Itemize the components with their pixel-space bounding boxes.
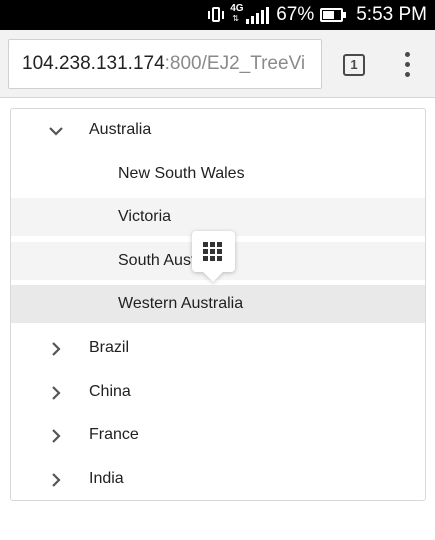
tree-node-label: Brazil [89, 339, 130, 356]
data-arrows-icon: ⇅ [232, 14, 239, 23]
browser-toolbar: 104.238.131.174:800/EJ2_TreeVi 1 [0, 30, 435, 98]
chevron-down-icon[interactable] [47, 122, 65, 140]
chevron-right-icon[interactable] [47, 340, 65, 358]
vibrate-icon [208, 6, 225, 24]
signal-bars [246, 7, 270, 24]
tree-node-label: New South Wales [118, 165, 245, 182]
tab-switcher-button[interactable]: 1 [343, 54, 365, 76]
status-bar: 4G ⇅ 67% 5:53 PM [0, 0, 435, 30]
tree-node-label: France [89, 426, 139, 443]
context-popup[interactable] [192, 231, 235, 282]
tree-node-label: India [89, 470, 124, 487]
status-clock: 5:53 PM [356, 4, 427, 25]
tree-node-label: China [89, 383, 131, 400]
tree-node-australia[interactable]: Australia [11, 111, 425, 149]
tree-node-western-australia[interactable]: Western Australia [11, 285, 425, 323]
overflow-menu-icon[interactable] [400, 52, 414, 78]
grid-menu-icon[interactable] [203, 242, 222, 261]
tree-node-label: Australia [89, 121, 152, 138]
tree-node-label: Victoria [118, 208, 172, 225]
chevron-right-icon[interactable] [47, 471, 65, 489]
tree-node-brazil[interactable]: Brazil [11, 329, 425, 367]
network-type-label: 4G [230, 3, 244, 14]
tree-view: Australia New South Wales Victoria South… [10, 108, 426, 501]
chevron-right-icon[interactable] [47, 427, 65, 445]
chevron-right-icon[interactable] [47, 384, 65, 402]
status-icons: 4G ⇅ 67% 5:53 PM [208, 0, 427, 30]
tree-node-new-south-wales[interactable]: New South Wales [11, 155, 425, 193]
tree-node-china[interactable]: China [11, 373, 425, 411]
url-host: 104.238.131.174 [22, 53, 165, 74]
battery-icon [320, 8, 347, 22]
signal-icon: 4G ⇅ [230, 3, 270, 26]
url-path: :800/EJ2_TreeVi [164, 53, 306, 74]
tree-node-france[interactable]: France [11, 416, 425, 454]
address-bar[interactable]: 104.238.131.174:800/EJ2_TreeVi [8, 39, 322, 89]
tree-node-india[interactable]: India [11, 460, 425, 498]
tree-node-label: Western Australia [118, 295, 244, 312]
battery-percent: 67% [276, 4, 315, 25]
